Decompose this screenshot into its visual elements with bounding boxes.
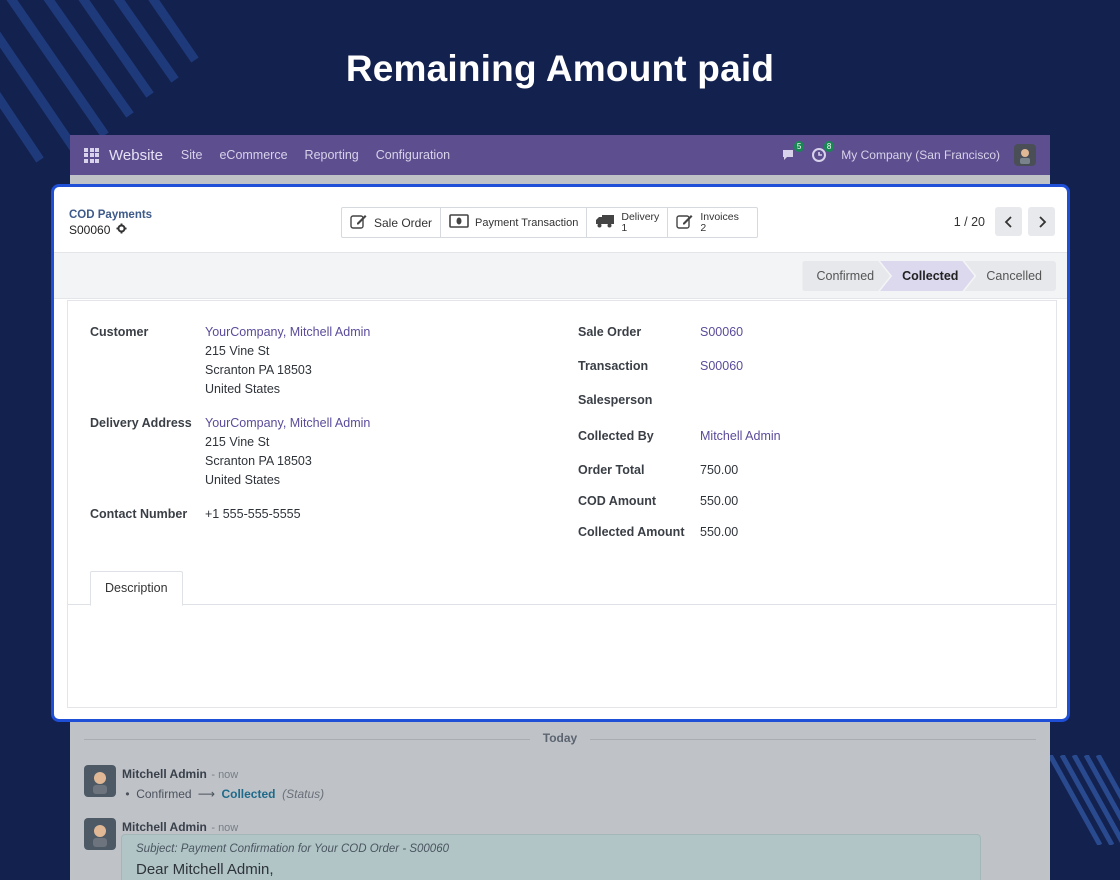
collected-amount-label: Collected Amount [578,525,685,539]
form-sheet: Customer YourCompany, Mitchell Admin 215… [67,300,1057,708]
stage-collected[interactable]: Collected [880,261,974,291]
app-name[interactable]: Website [109,147,163,164]
customer-street: 215 Vine St [205,344,270,358]
status-bar: Confirmed Collected Cancelled [802,261,1056,291]
message-time: - now [211,822,239,834]
gear-icon[interactable] [116,223,127,237]
delivery-address-label: Delivery Address [90,416,192,430]
pager-next-button[interactable] [1028,207,1055,236]
delivery-count: 1 [621,221,628,234]
customer-link[interactable]: YourCompany, Mitchell Admin [205,323,370,342]
cod-amount-label: COD Amount [578,494,656,508]
message-author: Mitchell Admin [122,820,207,834]
stage-confirmed[interactable]: Confirmed [802,261,890,291]
salesperson-label: Salesperson [578,393,653,407]
cod-payment-form-card: COD Payments S00060 Sale Order Payment T… [51,184,1070,722]
customer-country: United States [205,382,281,396]
pager-value[interactable]: 1 / 20 [954,215,985,229]
arrow-icon: ⟶ [197,787,216,801]
apps-menu-icon[interactable] [84,147,99,163]
message-time: - now [211,769,239,781]
smart-buttons: Sale Order Payment Transaction Delivery … [341,207,758,238]
edit-icon [350,213,368,232]
transaction-value[interactable]: S00060 [700,357,743,376]
pager: 1 / 20 [954,207,1055,236]
customer-city: Scranton PA 18503 [205,363,312,377]
breadcrumb-current: S00060 [69,223,127,237]
old-status: Confirmed [136,787,192,801]
delivery-city: Scranton PA 18503 [205,454,312,468]
customer-label: Customer [90,325,149,339]
stage-cancelled[interactable]: Cancelled [964,261,1056,291]
pager-previous-button[interactable] [995,207,1022,236]
today-label: Today [530,731,590,745]
activity-badge: 8 [823,141,835,152]
sale-order-field-value[interactable]: S00060 [700,323,743,342]
menu-site[interactable]: Site [181,148,203,162]
delivery-address-link[interactable]: YourCompany, Mitchell Admin [205,414,370,433]
author-avatar [84,765,116,797]
collected-by-value[interactable]: Mitchell Admin [700,427,781,446]
payment-transaction-label: Payment Transaction [475,216,579,229]
payment-transaction-button[interactable]: Payment Transaction [441,208,588,237]
truck-icon [595,213,615,232]
mail-subject: Subject: Payment Confirmation for Your C… [136,843,449,855]
status-strip: Confirmed Collected Cancelled [54,253,1067,299]
menu-reporting[interactable]: Reporting [305,148,359,162]
tracked-field: (Status) [282,787,325,801]
company-switcher[interactable]: My Company (San Francisco) [841,148,1000,162]
collected-amount-value: 550.00 [700,525,739,539]
top-navbar: Website Site eCommerce Reporting Configu… [70,135,1050,175]
invoices-label: Invoices [700,210,739,223]
sale-order-field-label: Sale Order [578,325,642,339]
sale-order-button[interactable]: Sale Order [342,208,442,237]
sale-order-label: Sale Order [374,215,433,230]
messages-badge: 5 [793,141,805,152]
message-author: Mitchell Admin [122,767,207,781]
transaction-label: Transaction [578,359,649,373]
breadcrumb-parent[interactable]: COD Payments [69,209,152,221]
activity-icon[interactable]: 8 [811,141,835,163]
cod-amount-value: 550.00 [700,494,739,508]
author-avatar [84,818,116,850]
delivery-street: 215 Vine St [205,435,270,449]
delivery-address-field: YourCompany, Mitchell Admin 215 Vine St … [205,414,370,490]
contact-number-value[interactable]: +1 555-555-5555 [205,505,301,524]
mail-greeting: Dear Mitchell Admin, [136,861,274,878]
decorative-stripes-right [1050,755,1120,845]
delivery-country: United States [205,473,281,487]
contact-number-label: Contact Number [90,507,188,521]
chevron-right-icon [1038,215,1046,228]
order-total-value: 750.00 [700,463,739,477]
notebook-tabs: Description [68,569,1056,606]
invoices-button[interactable]: Invoices 2 [668,208,757,237]
chatter: Today Mitchell Admin - now • Confirmed ⟶… [70,725,1050,880]
money-icon [449,214,469,231]
page-headline: Remaining Amount paid [345,48,775,89]
delivery-button[interactable]: Delivery 1 [587,208,669,237]
order-total-label: Order Total [578,463,645,477]
messages-icon[interactable]: 5 [781,141,805,163]
invoices-count: 2 [700,221,707,234]
new-status: Collected [221,787,276,801]
tab-description[interactable]: Description [90,571,183,606]
collected-by-label: Collected By [578,429,654,443]
menu-ecommerce[interactable]: eCommerce [219,148,287,162]
chevron-left-icon [1004,215,1012,228]
customer-field: YourCompany, Mitchell Admin 215 Vine St … [205,323,370,399]
email-message-body: Subject: Payment Confirmation for Your C… [121,834,981,880]
menu-configuration[interactable]: Configuration [376,148,450,162]
chatter-message: Mitchell Admin - now • Confirmed ⟶ Colle… [84,765,324,801]
record-name: S00060 [69,223,111,237]
user-avatar[interactable] [1014,144,1036,166]
edit-icon [676,213,694,232]
control-panel: COD Payments S00060 Sale Order Payment T… [54,187,1067,253]
tracking-line: • Confirmed ⟶ Collected (Status) [122,787,325,801]
delivery-label: Delivery [621,210,660,223]
